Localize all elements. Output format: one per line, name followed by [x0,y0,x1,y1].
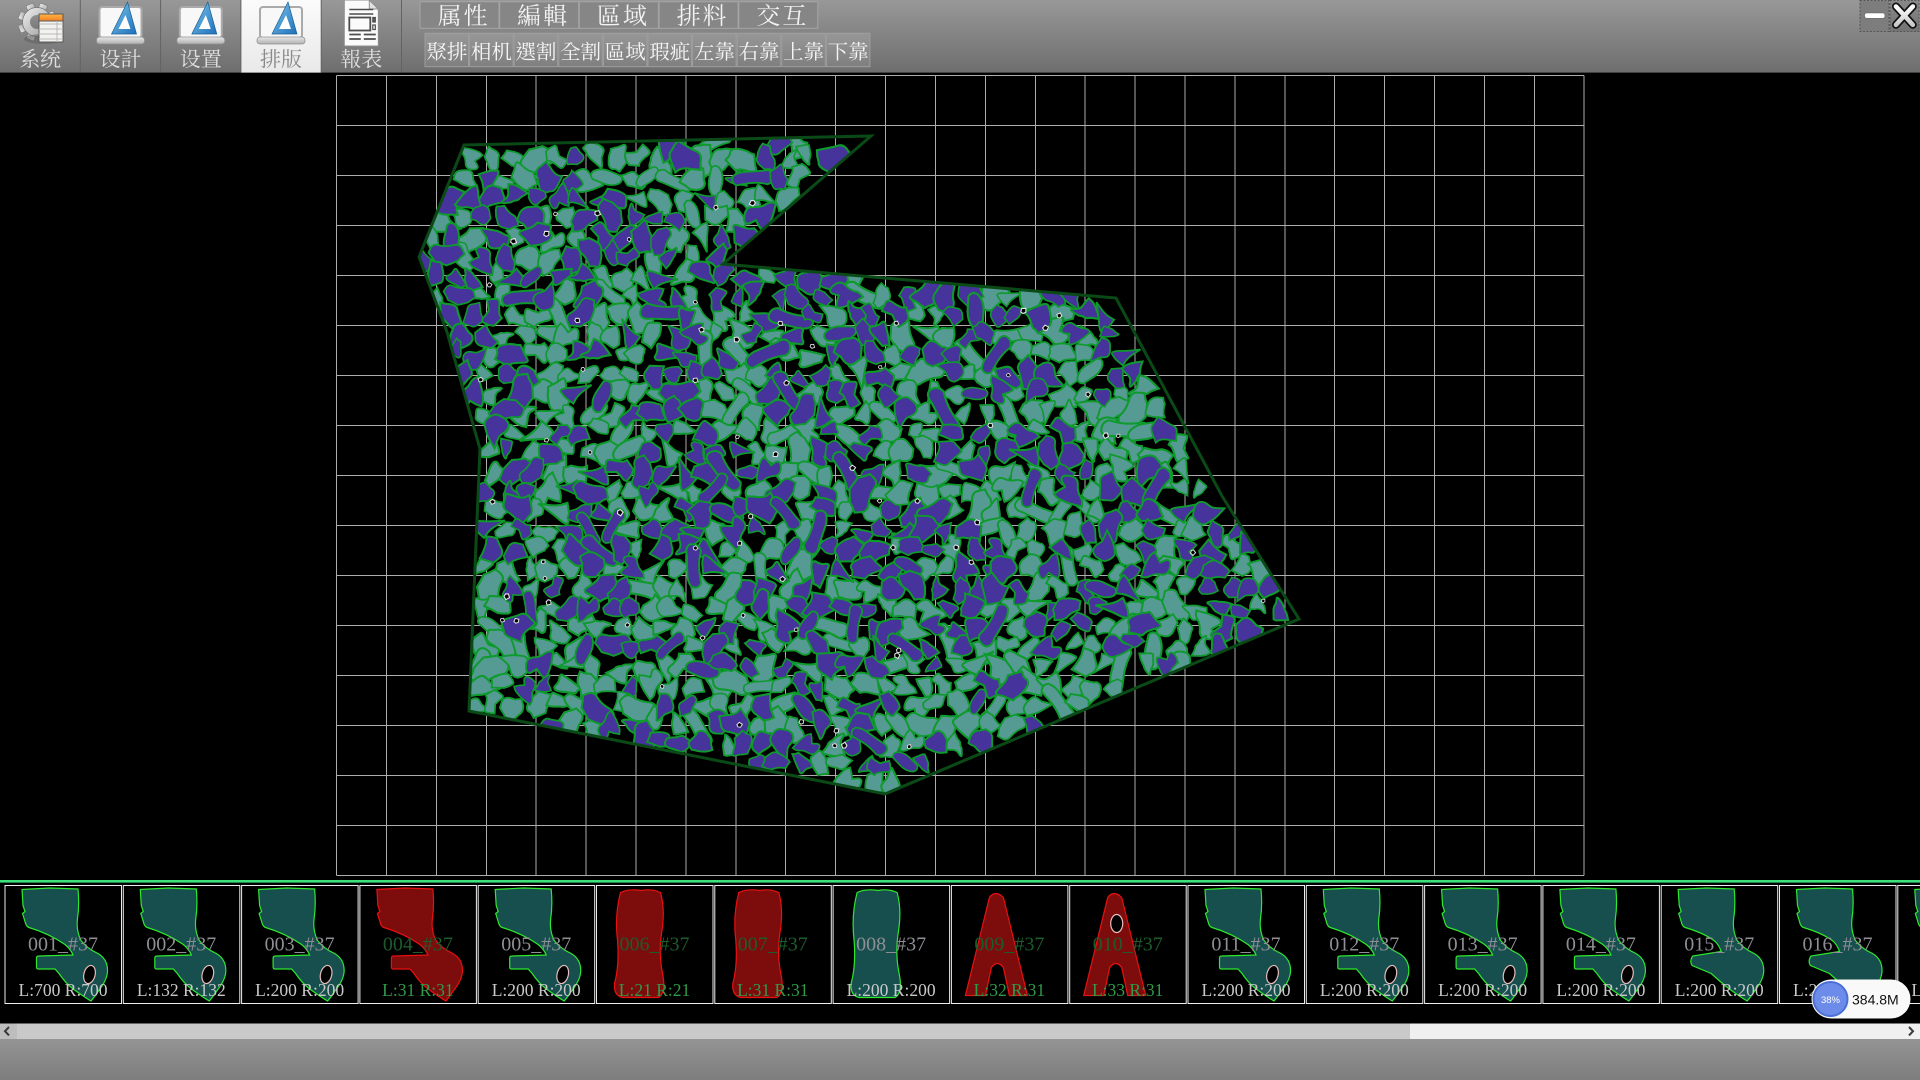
svg-text:L:200 R:200: L:200 R:200 [1202,980,1291,1000]
svg-text:012_#37: 012_#37 [1329,934,1399,956]
svg-text:L:21 R:21: L:21 R:21 [619,980,690,1000]
svg-text:L:200 R:200: L:200 R:200 [1675,980,1764,1000]
svg-text:L:31 R:31: L:31 R:31 [382,980,453,1000]
svg-text:L:132 R:132: L:132 R:132 [137,980,226,1000]
svg-text:006_#37: 006_#37 [620,934,690,956]
svg-text:013_#37: 013_#37 [1448,934,1518,956]
svg-text:L:200 R:200: L:200 R:200 [1911,980,1920,1000]
svg-text:L:200 R:200: L:200 R:200 [1438,980,1527,1000]
svg-text:001_#37: 001_#37 [28,934,98,956]
svg-text:005_#37: 005_#37 [501,934,571,956]
svg-text:002_#37: 002_#37 [146,934,216,956]
svg-text:L:200 R:200: L:200 R:200 [847,980,936,1000]
svg-text:L:200 R:200: L:200 R:200 [255,980,344,1000]
svg-text:014_#37: 014_#37 [1566,934,1636,956]
svg-text:L:200 R:200: L:200 R:200 [492,980,581,1000]
svg-text:384.8M: 384.8M [1852,992,1899,1008]
svg-text:009_#37: 009_#37 [974,934,1044,956]
svg-text:016_#37: 016_#37 [1803,934,1873,956]
svg-text:008_#37: 008_#37 [856,934,926,956]
svg-text:003_#37: 003_#37 [265,934,335,956]
svg-text:004_#37: 004_#37 [383,934,453,956]
svg-text:38%: 38% [1821,995,1841,1006]
svg-text:L:200 R:200: L:200 R:200 [1556,980,1645,1000]
svg-text:L:700 R:700: L:700 R:700 [19,980,108,1000]
svg-text:011_#37: 011_#37 [1211,934,1280,956]
svg-text:L:200 R:200: L:200 R:200 [1320,980,1409,1000]
svg-text:015_#37: 015_#37 [1684,934,1754,956]
svg-text:L:33 R:31: L:33 R:31 [1092,980,1163,1000]
svg-text:010_#37: 010_#37 [1093,934,1163,956]
svg-text:L:32 R:31: L:32 R:31 [974,980,1045,1000]
svg-text:007_#37: 007_#37 [738,934,808,956]
svg-text:L:31 R:31: L:31 R:31 [737,980,808,1000]
